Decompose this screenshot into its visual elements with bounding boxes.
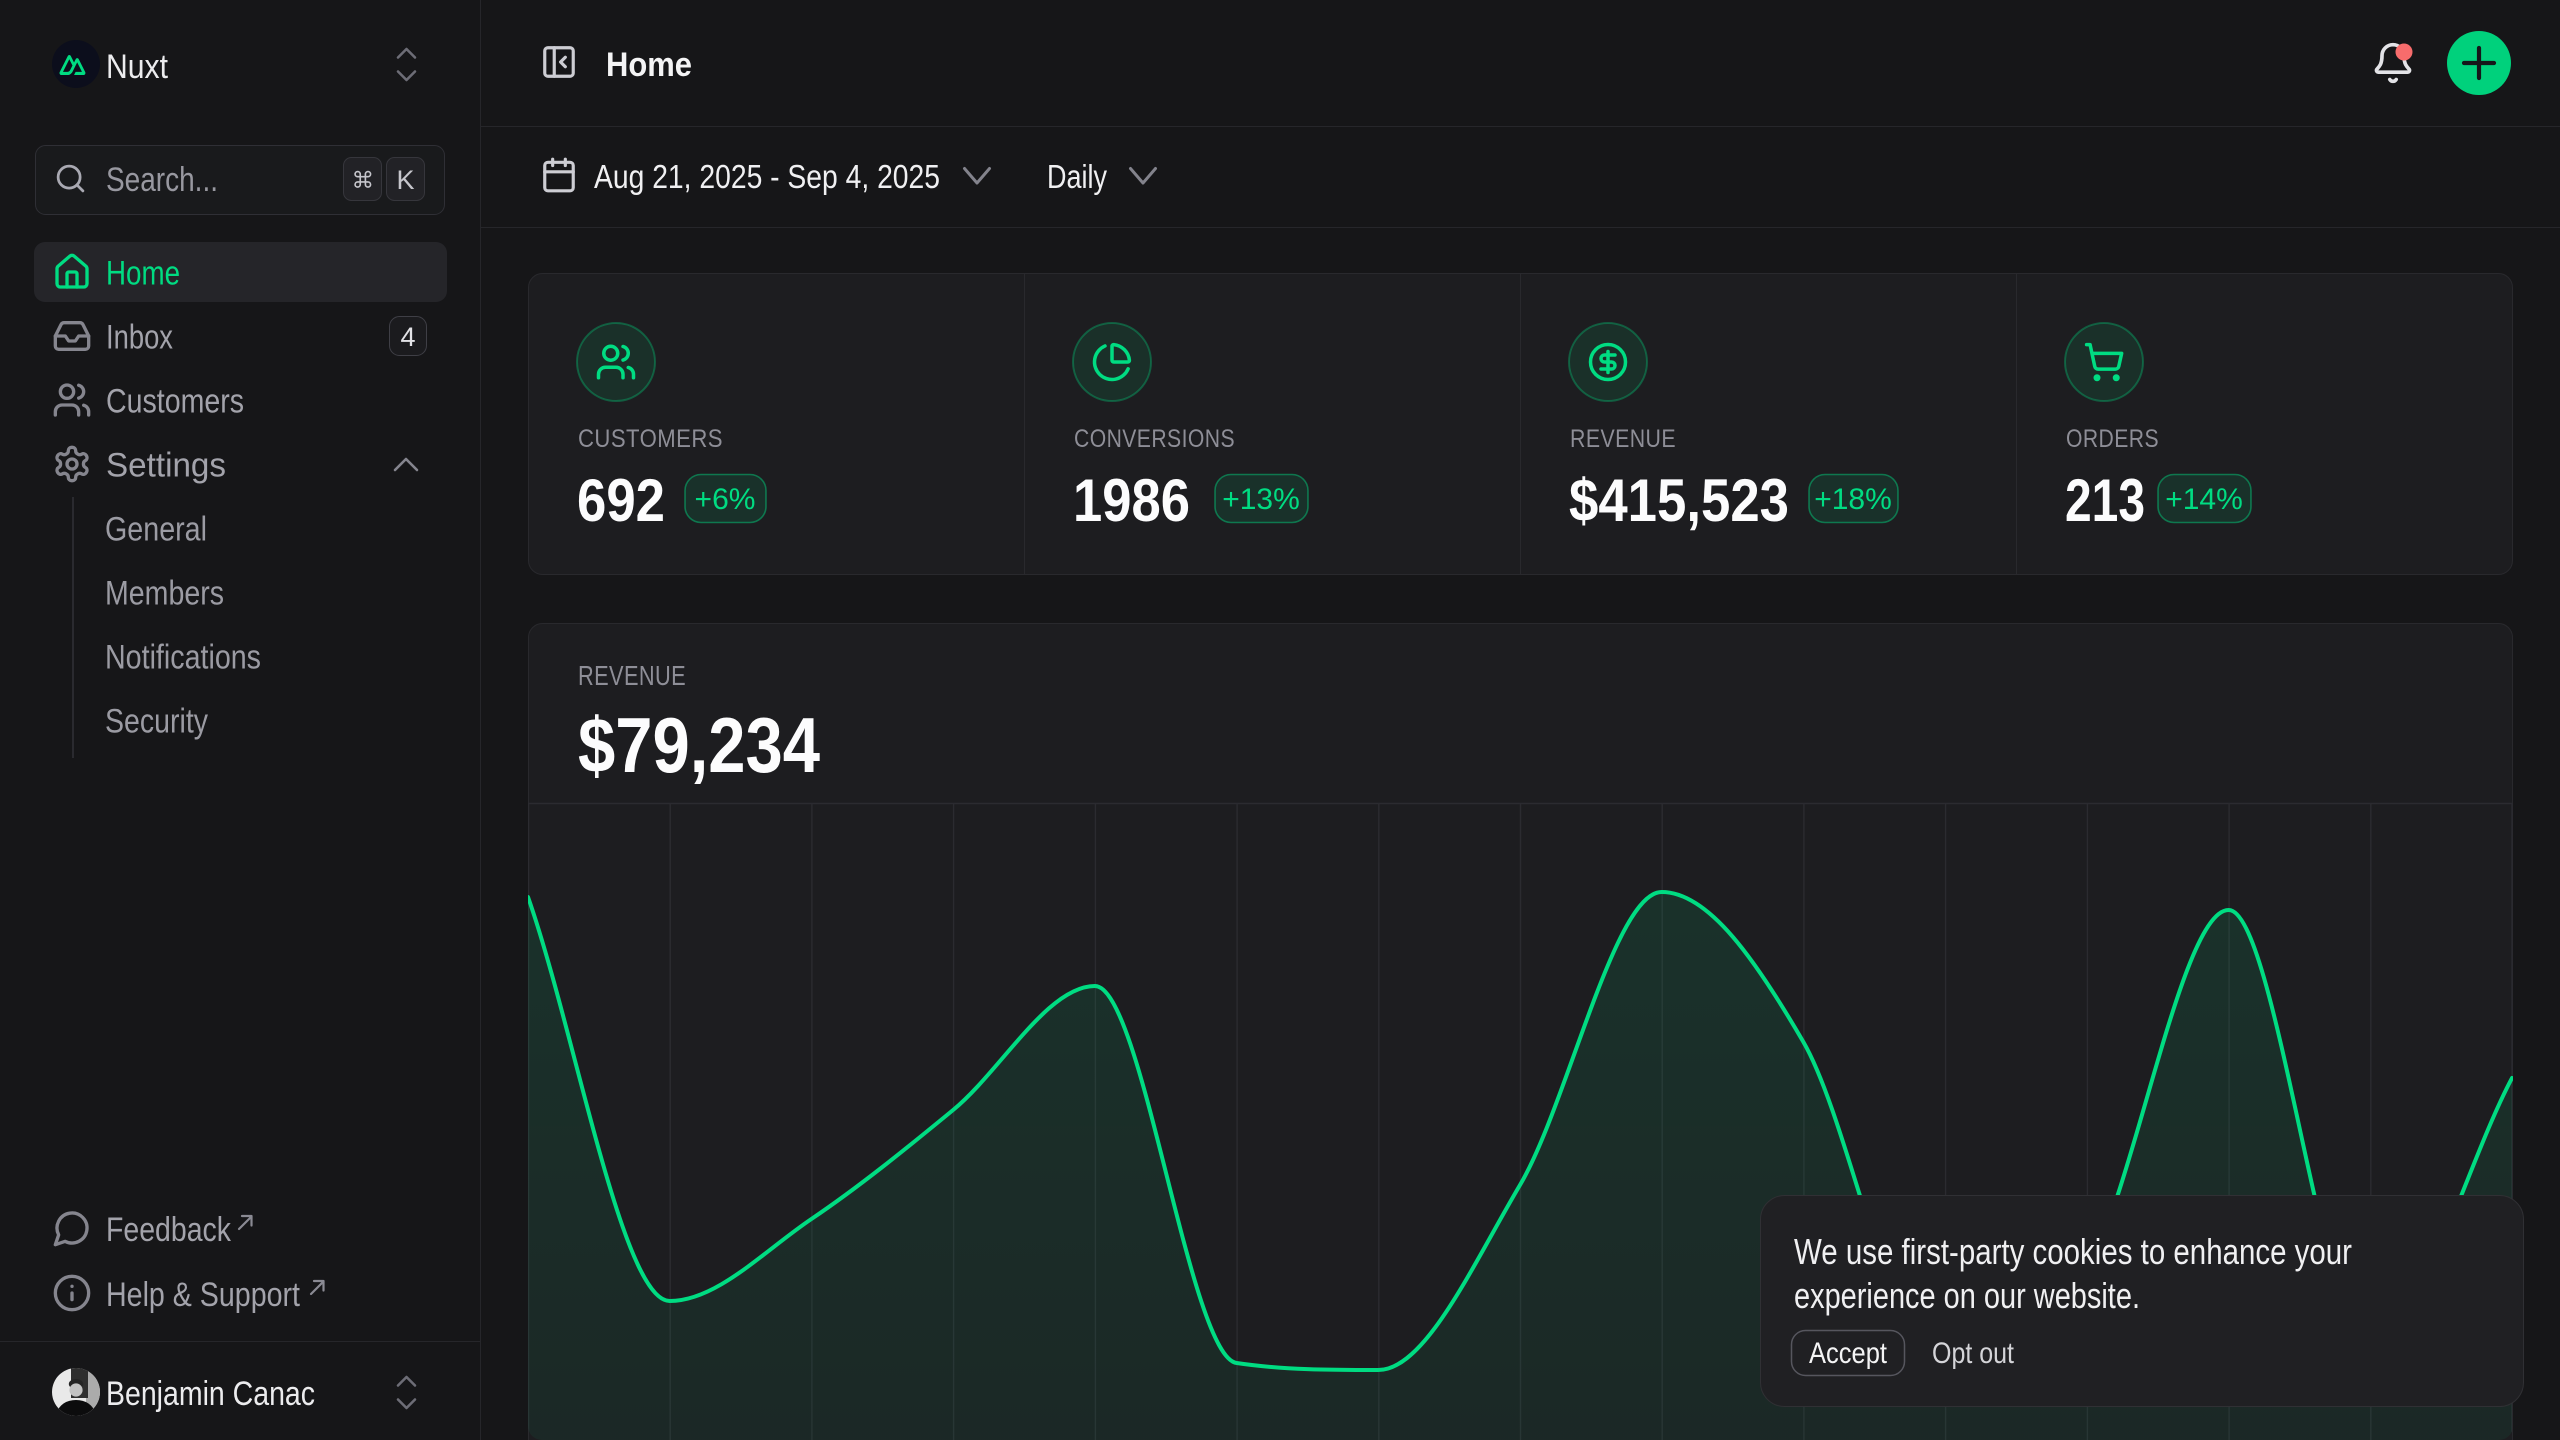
svg-text:$415,523: $415,523 — [1569, 467, 1789, 534]
svg-text:4: 4 — [400, 322, 415, 352]
svg-text:K: K — [396, 165, 414, 195]
svg-text:Nuxt: Nuxt — [106, 48, 168, 86]
svg-text:Home: Home — [106, 255, 180, 293]
svg-text:692: 692 — [577, 467, 665, 534]
svg-text:Security: Security — [105, 703, 208, 741]
svg-text:Settings: Settings — [106, 447, 226, 485]
svg-text:Search...: Search... — [106, 161, 218, 199]
svg-text:Notifications: Notifications — [105, 639, 261, 677]
svg-text:REVENUE: REVENUE — [1570, 425, 1676, 453]
svg-text:Daily: Daily — [1047, 158, 1107, 195]
svg-text:213: 213 — [2065, 467, 2145, 534]
svg-text:Inbox: Inbox — [106, 319, 173, 357]
svg-text:REVENUE: REVENUE — [578, 660, 686, 691]
svg-text:Feedback: Feedback — [106, 1211, 232, 1249]
svg-text:CONVERSIONS: CONVERSIONS — [1074, 425, 1235, 453]
svg-text:ORDERS: ORDERS — [2066, 425, 2159, 453]
svg-text:Home: Home — [606, 46, 692, 84]
svg-text:Aug 21, 2025 - Sep 4, 2025: Aug 21, 2025 - Sep 4, 2025 — [594, 158, 940, 195]
svg-text:Customers: Customers — [106, 383, 244, 421]
svg-text:$79,234: $79,234 — [578, 701, 820, 789]
svg-text:+18%: +18% — [1814, 483, 1892, 516]
svg-text:Benjamin Canac: Benjamin Canac — [106, 1375, 315, 1413]
svg-text:Accept: Accept — [1809, 1337, 1888, 1370]
svg-text:1986: 1986 — [1073, 467, 1190, 534]
svg-text:General: General — [105, 511, 207, 549]
svg-text:CUSTOMERS: CUSTOMERS — [578, 425, 723, 453]
svg-text:We use first-party cookies to: We use first-party cookies to enhance yo… — [1794, 1231, 2352, 1272]
svg-text:+13%: +13% — [1222, 483, 1300, 516]
svg-text:Opt out: Opt out — [1932, 1337, 2015, 1370]
svg-text:experience on our website.: experience on our website. — [1794, 1275, 2140, 1316]
svg-text:+6%: +6% — [695, 483, 756, 516]
svg-text:Help & Support: Help & Support — [106, 1276, 300, 1314]
svg-text:Members: Members — [105, 575, 224, 613]
svg-text:+14%: +14% — [2165, 483, 2243, 516]
